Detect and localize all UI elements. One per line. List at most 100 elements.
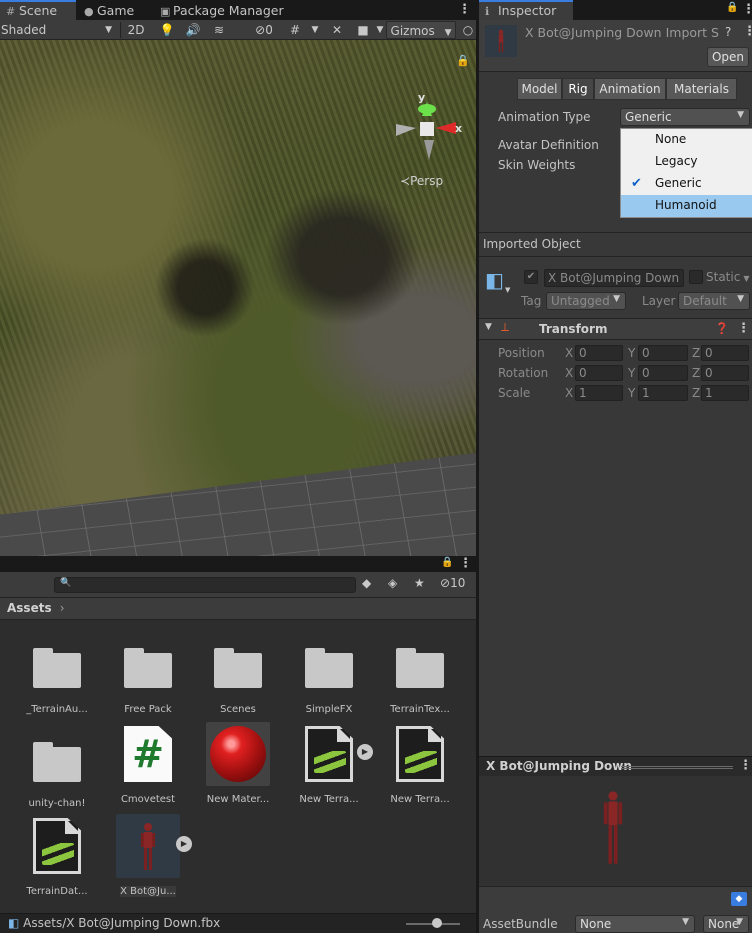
animation-type-dropdown[interactable]: Generic ▼ [620,108,750,126]
play-icon[interactable]: ▶ [176,836,192,852]
projection-toggle[interactable]: ≺Persp [400,174,443,188]
axis-x-label: X [565,386,574,400]
toggle-2d-button[interactable]: 2D [124,21,148,39]
preview-resize-handle[interactable] [621,766,733,769]
gizmo-y-label: y [418,92,425,104]
option-legacy[interactable]: Legacy [621,151,752,173]
position-y-field[interactable]: 0 [638,345,688,361]
tools-icon[interactable]: ✕ [326,21,348,39]
folder-icon [206,634,270,698]
rotation-y-field[interactable]: 0 [638,365,688,381]
static-checkbox[interactable] [689,270,703,284]
component-menu-icon[interactable]: ⋮ [737,321,750,336]
open-button[interactable]: Open [707,47,749,67]
tab-materials[interactable]: Materials [666,78,737,100]
asset-folder[interactable]: TerrainTex... [378,634,462,715]
folder-icon [388,634,452,698]
lock-icon[interactable]: 🔒 [456,54,470,67]
tab-package-manager[interactable]: ▣ Package Manager [154,0,292,20]
projection-label: Persp [410,174,444,188]
option-generic[interactable]: ✔ Generic [621,173,752,195]
asset-model-selected[interactable]: ▶ X Bot@Ju... [106,814,192,897]
scene-viewport[interactable]: 🔒 y x ≺Persp [0,40,476,556]
breadcrumb-assets[interactable]: Assets [7,601,52,615]
asset-folder[interactable]: unity-chan! [15,728,99,809]
orientation-gizmo[interactable]: y x [392,92,468,168]
audio-toggle-icon[interactable]: 🔊 [182,21,204,39]
asset-folder[interactable]: _TerrainAu... [15,634,99,715]
asset-terrain-data[interactable]: TerrainDat... [15,814,99,897]
tab-rig[interactable]: Rig [562,78,594,100]
project-search-input[interactable]: 🔍 [54,577,356,593]
lock-icon[interactable]: 🔒 [441,557,453,568]
effects-toggle-icon[interactable]: ≋ [208,21,230,39]
grid-snap-icon[interactable]: # [284,21,306,39]
asset-bundle-dropdown[interactable]: None ▼ [575,915,695,933]
tab-model[interactable]: Model [517,78,562,100]
chevron-down-icon: ▼ [682,917,689,927]
chevron-right-icon: › [59,601,65,615]
hidden-packages-toggle[interactable]: ⊘10 [440,576,465,590]
help-icon[interactable]: ? [725,25,731,39]
asset-material[interactable]: New Mater... [196,722,280,805]
divider [120,22,121,38]
tab-inspector[interactable]: ℹ Inspector [479,0,573,20]
lighting-toggle-icon[interactable]: 💡 [156,21,178,39]
model-preview[interactable] [479,776,752,886]
play-icon[interactable]: ▶ [357,744,373,760]
tag-dropdown[interactable]: Untagged ▼ [546,292,626,310]
asset-labels-icon[interactable]: ◆ [731,892,747,906]
scene-menu-icon[interactable]: ⋮ [458,2,471,17]
position-z-field[interactable]: 0 [701,345,749,361]
lock-icon[interactable]: 🔒 [726,2,738,13]
scale-z-field[interactable]: 1 [701,385,749,401]
option-none[interactable]: None [621,129,752,151]
preview-header: X Bot@Jumping Down ⋮ [479,756,752,776]
option-humanoid[interactable]: Humanoid [621,195,752,217]
gizmos-dropdown[interactable]: Gizmos ▼ [386,21,456,39]
scale-x-field[interactable]: 1 [575,385,623,401]
tab-scene[interactable]: # Scene [0,0,76,20]
position-x-field[interactable]: 0 [575,345,623,361]
terrain-data-icon [388,722,452,786]
grid-snap-dropdown-icon[interactable]: ▼ [308,21,322,39]
asset-folder[interactable]: Free Pack [106,634,190,715]
scene-search-icon[interactable]: ○ [460,21,476,39]
favorite-star-icon[interactable]: ★ [414,576,425,590]
foldout-arrow-icon[interactable]: ▼ [485,322,492,332]
layer-dropdown[interactable]: Default ▼ [678,292,750,310]
tab-animation[interactable]: Animation [594,78,666,100]
asset-folder[interactable]: Scenes [196,634,280,715]
preview-menu-icon[interactable]: ⋮ [739,758,752,773]
rotation-x-field[interactable]: 0 [575,365,623,381]
project-menu-icon[interactable]: ⋮ [459,556,472,571]
asset-terrain-layer[interactable]: ▶ New Terra... [287,722,373,805]
shading-mode-dropdown[interactable]: Shaded ▼ [0,21,116,39]
icon-dropdown-icon[interactable]: ▼ [505,286,510,294]
animation-type-popup: None Legacy ✔ Generic Humanoid [620,128,752,218]
help-icon[interactable]: ❓ [715,322,729,335]
rotation-z-field[interactable]: 0 [701,365,749,381]
object-name-field[interactable]: X Bot@Jumping Down [544,269,684,287]
create-dropdown[interactable] [4,576,48,594]
tab-scene-label: Scene [19,3,58,18]
transform-component-header[interactable]: ▼ ⟂ Transform ❓ ⋮ [479,318,752,340]
active-checkbox[interactable]: ✔ [524,270,538,284]
filter-by-label-icon[interactable]: ◈ [388,576,397,590]
icon-size-slider-handle[interactable] [432,918,442,928]
terrain-data-icon [25,814,89,878]
camera-dropdown-icon[interactable]: ▼ [374,21,386,39]
asset-script[interactable]: # Cmovetest [106,722,190,805]
asset-terrain-data[interactable]: New Terra... [378,722,462,805]
asset-bundle-variant-dropdown[interactable]: None ▼ [703,915,749,933]
static-dropdown[interactable]: Static ▼ [706,270,749,284]
inspector-menu-icon[interactable]: ⋮ [742,2,752,17]
filter-by-type-icon[interactable]: ◆ [362,576,371,590]
tab-game[interactable]: ● Game [78,0,142,20]
scale-y-field[interactable]: 1 [638,385,688,401]
hidden-objects-toggle[interactable]: ⊘0 [248,21,280,39]
asset-label: New Mater... [206,794,270,805]
camera-icon[interactable]: ■ [352,21,374,39]
header-menu-icon[interactable]: ⋮ [743,24,752,39]
asset-folder[interactable]: SimpleFX [287,634,371,715]
